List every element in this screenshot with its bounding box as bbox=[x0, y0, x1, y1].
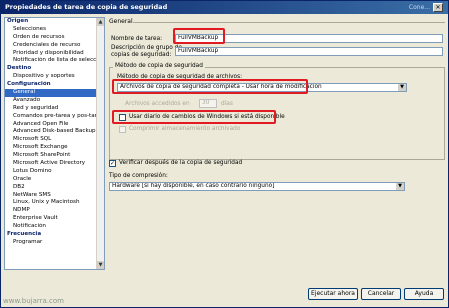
cancel-button[interactable]: Cancelar bbox=[361, 288, 401, 300]
verify-checkbox[interactable]: ✓ bbox=[109, 160, 116, 167]
job-name-highlight bbox=[173, 28, 225, 44]
sidebar-item[interactable]: Avanzado bbox=[5, 97, 104, 105]
title-bar: Propiedades de tarea de copia de segurid… bbox=[1, 1, 448, 14]
sidebar-item[interactable]: Orden de recursos bbox=[5, 34, 104, 42]
sidebar-heading: Frecuencia bbox=[7, 231, 42, 238]
section-title: General bbox=[109, 18, 133, 25]
watermark-text: www.bujarra.com bbox=[3, 297, 64, 305]
general-panel: General Nombre de tarea: FullVMBackup De… bbox=[107, 17, 447, 270]
sidebar-list: Origen Selecciones Orden de recursos Creden… bbox=[5, 18, 104, 247]
sidebar-item[interactable]: Linux, Unix y Macintosh bbox=[5, 199, 104, 207]
sidebar-heading: Origen bbox=[7, 18, 29, 24]
sidebar-item[interactable]: Prioridad y disponibilidad bbox=[5, 50, 104, 58]
sidebar-item[interactable]: NDMP bbox=[5, 207, 104, 215]
compress-checkbox[interactable] bbox=[119, 126, 126, 133]
sidebar-item[interactable]: Credenciales de recurso bbox=[5, 42, 104, 50]
sidebar-item[interactable]: Enterprise Vault bbox=[5, 215, 104, 223]
properties-dialog: Propiedades de tarea de copia de segurid… bbox=[0, 0, 449, 308]
window-title: Propiedades de tarea de copia de segurid… bbox=[5, 3, 168, 11]
compress-label: Comprimir almacenamiento archivado bbox=[129, 126, 241, 132]
sidebar-item[interactable]: Dispositivo y soportes bbox=[5, 73, 104, 81]
verify-label: Verificar después de la copia de segurid… bbox=[119, 160, 243, 166]
sidebar-item[interactable]: Programar bbox=[5, 239, 104, 247]
section-divider bbox=[133, 22, 445, 23]
sidebar-item[interactable]: NetWare SMS bbox=[5, 192, 104, 200]
sidebar-item[interactable]: Advanced Disk-based Backup bbox=[5, 128, 104, 136]
group-desc-label-2: copias de seguridad: bbox=[111, 52, 172, 58]
sidebar-item[interactable]: Oracle bbox=[5, 176, 104, 184]
chevron-down-icon[interactable]: ▼ bbox=[398, 84, 406, 91]
close-icon[interactable]: ✕ bbox=[433, 3, 443, 12]
sidebar-item[interactable]: Microsoft SharePoint bbox=[5, 152, 104, 160]
scroll-down-icon[interactable]: ▼ bbox=[97, 261, 104, 269]
help-button[interactable]: Ayuda bbox=[404, 288, 444, 300]
sidebar-item[interactable]: Microsoft SQL bbox=[5, 136, 104, 144]
title-right-text: Cone... bbox=[408, 4, 430, 11]
sidebar: Origen Selecciones Orden de recursos Creden… bbox=[4, 17, 105, 270]
accessed-days-input[interactable]: 30 bbox=[199, 99, 217, 108]
scroll-up-icon[interactable]: ▲ bbox=[97, 18, 104, 26]
group-desc-label-1: Descripción de grupo de bbox=[111, 45, 182, 51]
accessed-unit: días bbox=[221, 101, 233, 107]
files-method-highlight bbox=[112, 79, 308, 94]
sidebar-item[interactable]: Notificación bbox=[5, 223, 104, 231]
sidebar-item[interactable]: Red y seguridad bbox=[5, 105, 104, 113]
sidebar-item[interactable]: DB2 bbox=[5, 184, 104, 192]
compression-select[interactable]: Hardware [si hay disponible, en caso con… bbox=[109, 182, 405, 191]
sidebar-item[interactable]: Lotus Domino bbox=[5, 168, 104, 176]
sidebar-item[interactable]: Selecciones bbox=[5, 26, 104, 34]
sidebar-item[interactable]: Microsoft Exchange bbox=[5, 144, 104, 152]
sidebar-item[interactable]: Comandos pre-tarea y pos-tarea bbox=[5, 113, 104, 121]
sidebar-heading: Configuración bbox=[7, 81, 51, 88]
sidebar-item[interactable]: Notificación de lista de selección bbox=[5, 57, 104, 65]
compression-value: Hardware [si hay disponible, en caso con… bbox=[112, 183, 275, 189]
sidebar-item[interactable]: General bbox=[5, 89, 104, 97]
run-now-button[interactable]: Ejecutar ahora bbox=[308, 288, 358, 300]
compression-label: Tipo de compresión: bbox=[109, 173, 168, 179]
accessed-label: Archivos accedidos en bbox=[125, 101, 190, 107]
sidebar-scrollbar[interactable]: ▲ ▼ bbox=[96, 18, 104, 269]
sidebar-item[interactable]: Microsoft Active Directory bbox=[5, 160, 104, 168]
chevron-down-icon[interactable]: ▼ bbox=[396, 183, 404, 190]
change-journal-highlight bbox=[112, 110, 276, 124]
sidebar-item[interactable]: Advanced Open File bbox=[5, 121, 104, 129]
group-desc-input[interactable]: FullVMBackup bbox=[175, 47, 443, 56]
sidebar-heading: Destino bbox=[7, 65, 32, 72]
method-group-title: Método de copia de seguridad bbox=[113, 63, 205, 69]
job-name-label: Nombre de tarea: bbox=[111, 36, 163, 42]
